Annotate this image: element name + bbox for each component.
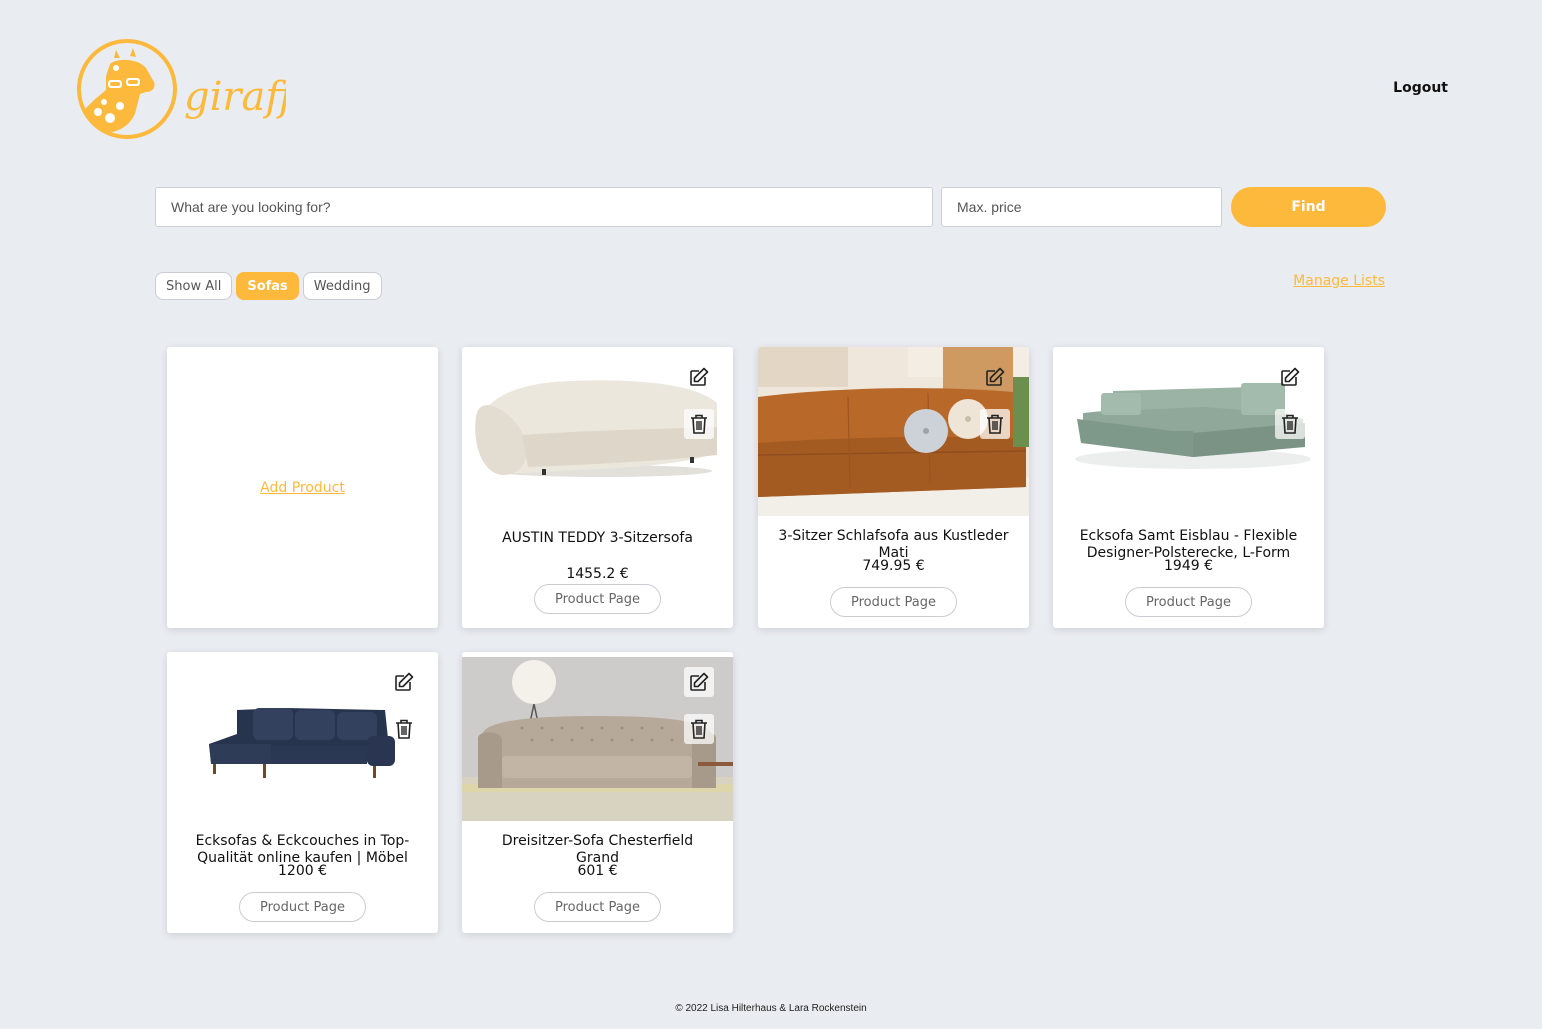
product-card: Ecksofas & Eckcouches in Top-Qualität on…	[167, 652, 438, 933]
product-page-button[interactable]: Product Page	[239, 892, 366, 922]
product-page-button[interactable]: Product Page	[1125, 587, 1252, 617]
trash-icon	[691, 414, 707, 434]
trash-icon	[691, 719, 707, 739]
search-input[interactable]	[155, 187, 933, 227]
trash-icon	[1282, 414, 1298, 434]
edit-icon	[690, 367, 709, 386]
list-filter-tabs: Show All Sofas Wedding	[155, 272, 382, 300]
edit-button[interactable]	[684, 362, 714, 392]
logout-button[interactable]: Logout	[1393, 80, 1448, 96]
edit-button[interactable]	[1275, 362, 1305, 392]
filter-show-all[interactable]: Show All	[155, 272, 233, 300]
edit-button[interactable]	[684, 667, 714, 697]
edit-button[interactable]	[389, 667, 419, 697]
delete-button[interactable]	[980, 409, 1010, 439]
filter-wedding[interactable]: Wedding	[302, 272, 382, 300]
filter-sofas[interactable]: Sofas	[236, 272, 299, 300]
product-price: 601 €	[577, 863, 618, 879]
manage-lists-link[interactable]: Manage Lists	[1293, 273, 1385, 289]
add-product-card: Add Product	[167, 347, 438, 628]
product-page-button[interactable]: Product Page	[534, 584, 661, 614]
product-card: 3-Sitzer Schlafsofa aus Kustleder Mati 7…	[758, 347, 1029, 628]
trash-icon	[987, 414, 1003, 434]
delete-button[interactable]	[1275, 409, 1305, 439]
delete-button[interactable]	[684, 409, 714, 439]
product-price: 1455.2 €	[566, 566, 629, 582]
edit-icon	[986, 367, 1005, 386]
brand-wordmark: giraffe	[184, 74, 286, 120]
product-card: AUSTIN TEDDY 3-Sitzersofa 1455.2 € Produ…	[462, 347, 733, 628]
product-price: 1200 €	[278, 863, 327, 879]
product-title: Ecksofas & Eckcouches in Top-Qualität on…	[195, 833, 410, 866]
search-bar: Find	[155, 187, 1386, 227]
max-price-input[interactable]	[941, 187, 1222, 227]
add-product-link[interactable]: Add Product	[167, 480, 438, 496]
giraffe-logo[interactable]: giraffe	[76, 38, 286, 140]
product-price: 1949 €	[1164, 558, 1213, 574]
delete-button[interactable]	[684, 714, 714, 744]
edit-icon	[1281, 367, 1300, 386]
product-title: AUSTIN TEDDY 3-Sitzersofa	[502, 530, 693, 546]
edit-icon	[395, 672, 414, 691]
product-title: Dreisitzer-Sofa Chesterfield Grand	[501, 833, 694, 866]
product-card: Ecksofa Samt Eisblau - Flexible Designer…	[1053, 347, 1324, 628]
edit-button[interactable]	[980, 362, 1010, 392]
footer-copyright: © 2022 Lisa Hilterhaus & Lara Rockenstei…	[675, 1003, 867, 1014]
trash-icon	[396, 719, 412, 739]
edit-icon	[690, 672, 709, 691]
delete-button[interactable]	[389, 714, 419, 744]
product-page-button[interactable]: Product Page	[534, 892, 661, 922]
product-title: Ecksofa Samt Eisblau - Flexible Designer…	[1079, 528, 1298, 561]
product-title: 3-Sitzer Schlafsofa aus Kustleder Mati	[778, 528, 1009, 561]
product-page-button[interactable]: Product Page	[830, 587, 957, 617]
product-card: Dreisitzer-Sofa Chesterfield Grand 601 €…	[462, 652, 733, 933]
find-button[interactable]: Find	[1231, 187, 1386, 227]
product-price: 749.95 €	[862, 558, 925, 574]
